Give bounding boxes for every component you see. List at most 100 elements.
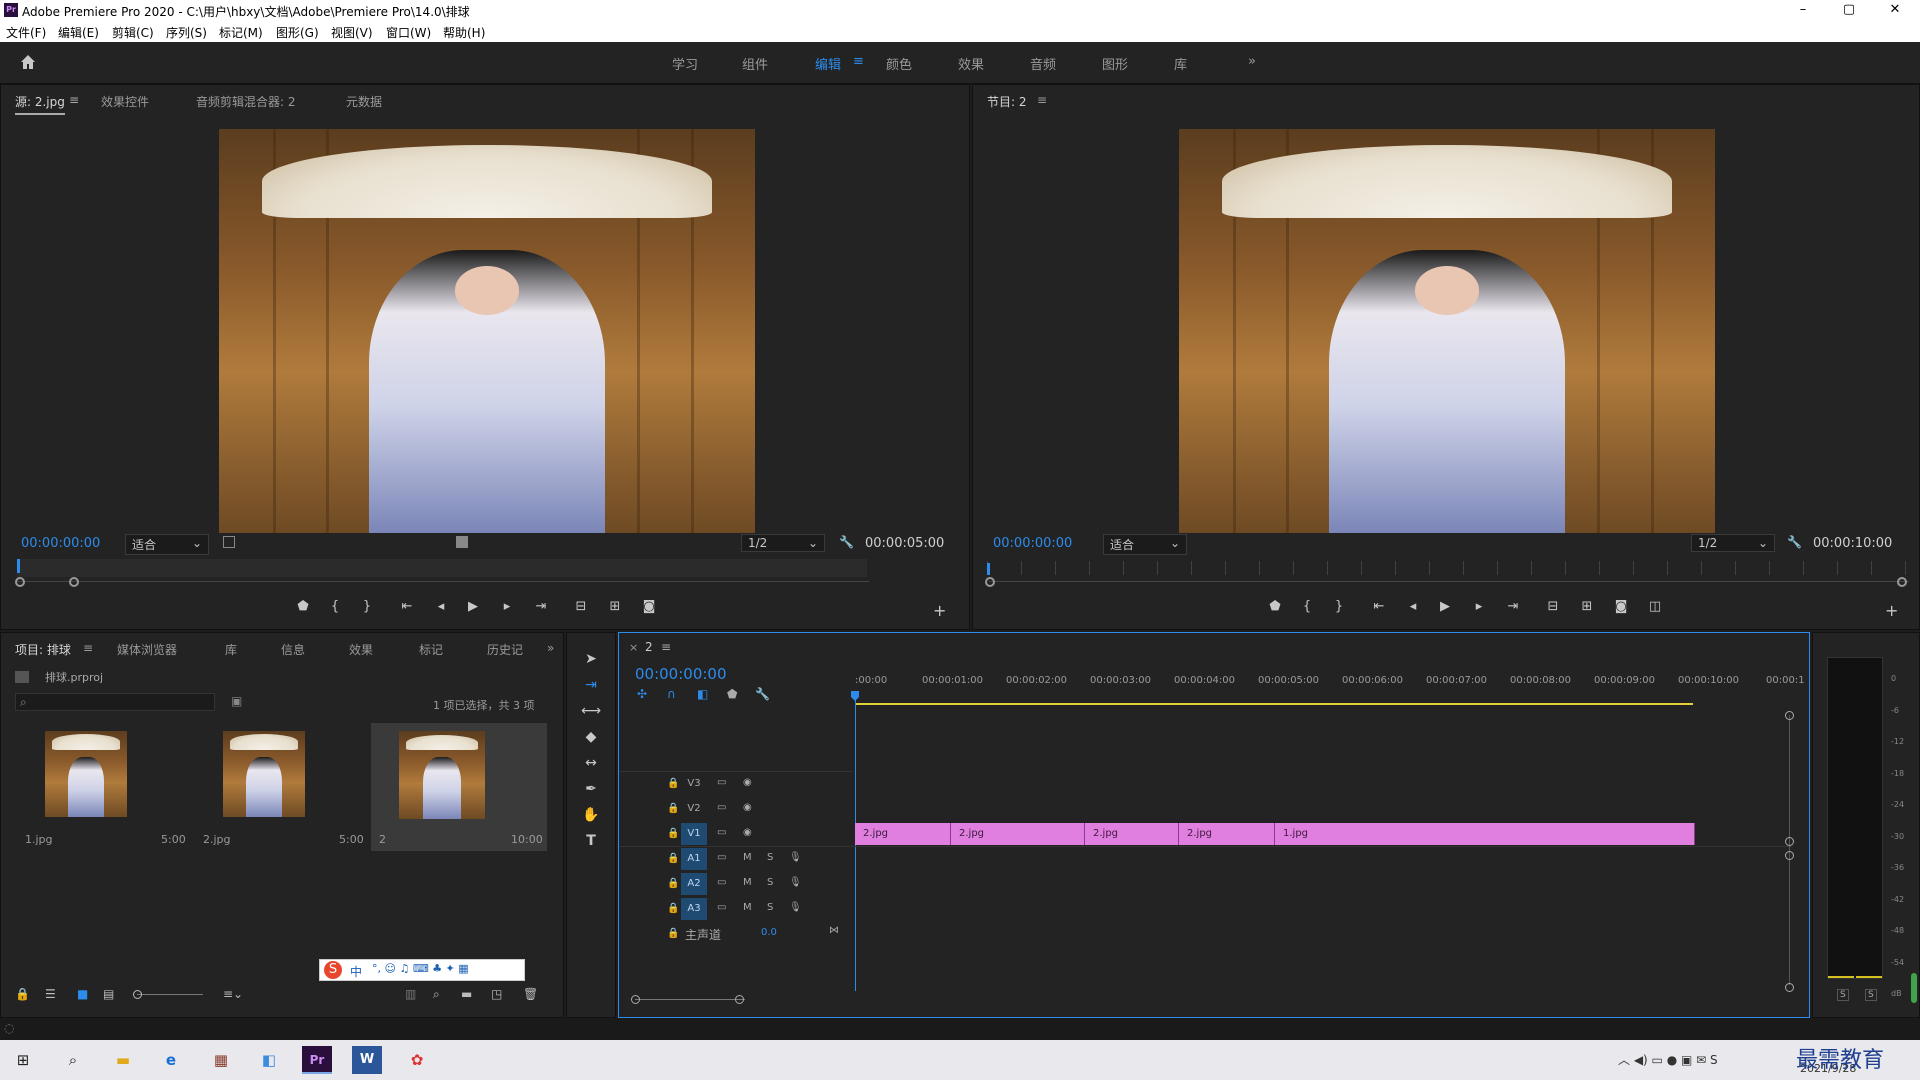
menu-clip[interactable]: 剪辑(C) bbox=[112, 24, 154, 41]
sync-lock-icon[interactable]: ▭ bbox=[717, 902, 726, 913]
tab-effects[interactable]: 效果 bbox=[349, 641, 373, 658]
tab-info[interactable]: 信息 bbox=[281, 641, 305, 658]
go-to-in-icon[interactable]: ⇤ bbox=[1369, 599, 1389, 614]
workspace-learn[interactable]: 学习 bbox=[672, 54, 698, 73]
zoom-slider-handle[interactable] bbox=[133, 990, 142, 999]
tab-media-browser[interactable]: 媒体浏览器 bbox=[117, 641, 177, 658]
more-tabs-button[interactable]: » bbox=[547, 641, 554, 655]
tab-sequence[interactable]: 2 bbox=[645, 640, 653, 654]
type-tool-icon[interactable]: T bbox=[581, 831, 601, 851]
playhead-handle[interactable] bbox=[851, 691, 859, 701]
track-label[interactable]: A2 bbox=[681, 873, 707, 895]
app-icon[interactable]: ◧ bbox=[254, 1046, 284, 1074]
menu-marker[interactable]: 标记(M) bbox=[219, 24, 263, 41]
solo-button[interactable]: S bbox=[767, 902, 773, 913]
go-to-out-icon[interactable]: ⇥ bbox=[1503, 599, 1523, 614]
workspace-editing[interactable]: 编辑 bbox=[815, 54, 841, 73]
timeline-settings-icon[interactable]: 🔧 bbox=[755, 687, 770, 701]
solo-left-button[interactable]: S bbox=[1837, 989, 1849, 1001]
snap-icon[interactable]: ∩ bbox=[667, 687, 676, 701]
list-view-icon[interactable]: ☰ bbox=[45, 987, 56, 1001]
lock-icon[interactable]: 🔒 bbox=[15, 987, 30, 1001]
export-frame-icon[interactable]: ◙ bbox=[639, 599, 659, 614]
mark-in-icon[interactable]: { bbox=[325, 599, 345, 614]
insert-icon[interactable] bbox=[456, 536, 468, 548]
v-scroll-handle[interactable] bbox=[1785, 711, 1794, 720]
v-scroll-handle[interactable] bbox=[1785, 837, 1794, 846]
program-playhead[interactable] bbox=[987, 563, 990, 575]
new-bin-icon[interactable]: ▣ bbox=[231, 694, 242, 708]
automate-icon[interactable]: ▥ bbox=[405, 987, 416, 1001]
program-resolution-select[interactable]: 1/2 ⌄ bbox=[1691, 534, 1775, 552]
lock-icon[interactable]: 🔒 bbox=[667, 903, 679, 914]
track-label[interactable]: V1 bbox=[681, 823, 707, 845]
add-marker-icon[interactable]: ⬟ bbox=[727, 687, 737, 701]
work-area-bar[interactable] bbox=[855, 703, 1693, 705]
sync-lock-icon[interactable]: ▭ bbox=[717, 877, 726, 888]
premiere-taskbar-icon[interactable]: Pr bbox=[302, 1046, 332, 1074]
workspace-libraries[interactable]: 库 bbox=[1174, 54, 1187, 73]
menu-edit[interactable]: 编辑(E) bbox=[58, 24, 99, 41]
more-workspaces-button[interactable]: » bbox=[1248, 54, 1256, 69]
new-item-icon[interactable]: ◳ bbox=[491, 987, 502, 1001]
master-toggle-icon[interactable]: ⋈ bbox=[829, 925, 839, 936]
tab-markers[interactable]: 标记 bbox=[419, 641, 443, 658]
source-time-ruler[interactable] bbox=[17, 559, 867, 577]
export-frame-icon[interactable]: ◙ bbox=[1611, 599, 1631, 614]
maximize-button[interactable]: ▢ bbox=[1826, 0, 1872, 20]
source-settings-icon[interactable] bbox=[223, 536, 235, 548]
tab-menu-icon[interactable]: ≡ bbox=[661, 640, 671, 654]
compare-view-icon[interactable]: ◫ bbox=[1645, 599, 1665, 614]
play-icon[interactable]: ▶ bbox=[463, 599, 483, 614]
edge-icon[interactable]: e bbox=[156, 1046, 186, 1074]
zoom-slider[interactable] bbox=[137, 994, 203, 995]
menu-file[interactable]: 文件(F) bbox=[6, 24, 46, 41]
zoom-handle-right[interactable] bbox=[69, 577, 79, 587]
extract-icon[interactable]: ⊞ bbox=[1577, 599, 1597, 614]
vertical-scrollbar[interactable] bbox=[1789, 715, 1790, 985]
lock-icon[interactable]: 🔒 bbox=[667, 803, 679, 814]
new-bin-icon[interactable]: ▬ bbox=[461, 987, 472, 1001]
sync-lock-icon[interactable]: ▭ bbox=[717, 852, 726, 863]
wrench-icon[interactable]: 🔧 bbox=[839, 535, 854, 549]
source-timecode[interactable]: 00:00:00:00 bbox=[21, 536, 100, 551]
lock-icon[interactable]: 🔒 bbox=[667, 778, 679, 789]
solo-button[interactable]: S bbox=[767, 877, 773, 888]
pen-tool-icon[interactable]: ✒ bbox=[581, 779, 601, 799]
close-button[interactable]: ✕ bbox=[1872, 0, 1918, 20]
tab-menu-icon[interactable]: ≡ bbox=[83, 641, 93, 655]
list-item[interactable]: 2 10:00 bbox=[371, 723, 547, 851]
track-select-tool-icon[interactable]: ⇥ bbox=[581, 675, 601, 695]
source-resolution-select[interactable]: 1/2 ⌄ bbox=[741, 534, 825, 552]
menu-graphics[interactable]: 图形(G) bbox=[276, 24, 319, 41]
lock-icon[interactable]: 🔒 bbox=[667, 878, 679, 889]
go-to-out-icon[interactable]: ⇥ bbox=[531, 599, 551, 614]
zoom-handle-left[interactable] bbox=[15, 577, 25, 587]
add-marker-icon[interactable]: ⬟ bbox=[293, 599, 313, 614]
track-label[interactable]: V2 bbox=[681, 798, 707, 820]
timeline-clip[interactable]: 1.jpg bbox=[1275, 823, 1695, 845]
mark-in-icon[interactable]: { bbox=[1297, 599, 1317, 614]
mic-icon[interactable]: 🎙 bbox=[789, 852, 802, 863]
tab-history[interactable]: 历史记 bbox=[487, 641, 523, 658]
h-scroll-handle[interactable] bbox=[631, 995, 640, 1004]
step-back-icon[interactable]: ◂ bbox=[1403, 599, 1423, 614]
eye-icon[interactable]: ◉ bbox=[743, 827, 752, 838]
program-time-ruler[interactable] bbox=[987, 561, 1907, 575]
minimize-button[interactable]: – bbox=[1780, 0, 1826, 20]
solo-right-button[interactable]: S bbox=[1865, 989, 1877, 1001]
go-to-in-icon[interactable]: ⇤ bbox=[397, 599, 417, 614]
lift-icon[interactable]: ⊟ bbox=[1543, 599, 1563, 614]
list-item[interactable]: 1.jpg 5:00 bbox=[15, 723, 191, 851]
h-scroll-handle[interactable] bbox=[735, 995, 744, 1004]
tab-metadata[interactable]: 元数据 bbox=[346, 93, 382, 110]
v-scroll-handle[interactable] bbox=[1785, 983, 1794, 992]
program-zoom-select[interactable]: 适合 ⌄ bbox=[1103, 534, 1187, 555]
track-label[interactable]: A3 bbox=[681, 898, 707, 920]
tab-libraries[interactable]: 库 bbox=[225, 641, 237, 658]
mute-button[interactable]: M bbox=[743, 902, 752, 913]
play-icon[interactable]: ▶ bbox=[1435, 599, 1455, 614]
timeline-clip[interactable]: 2.jpg bbox=[855, 823, 951, 845]
timeline-clip[interactable]: 2.jpg bbox=[951, 823, 1085, 845]
razor-tool-icon[interactable]: ◆ bbox=[581, 727, 601, 747]
